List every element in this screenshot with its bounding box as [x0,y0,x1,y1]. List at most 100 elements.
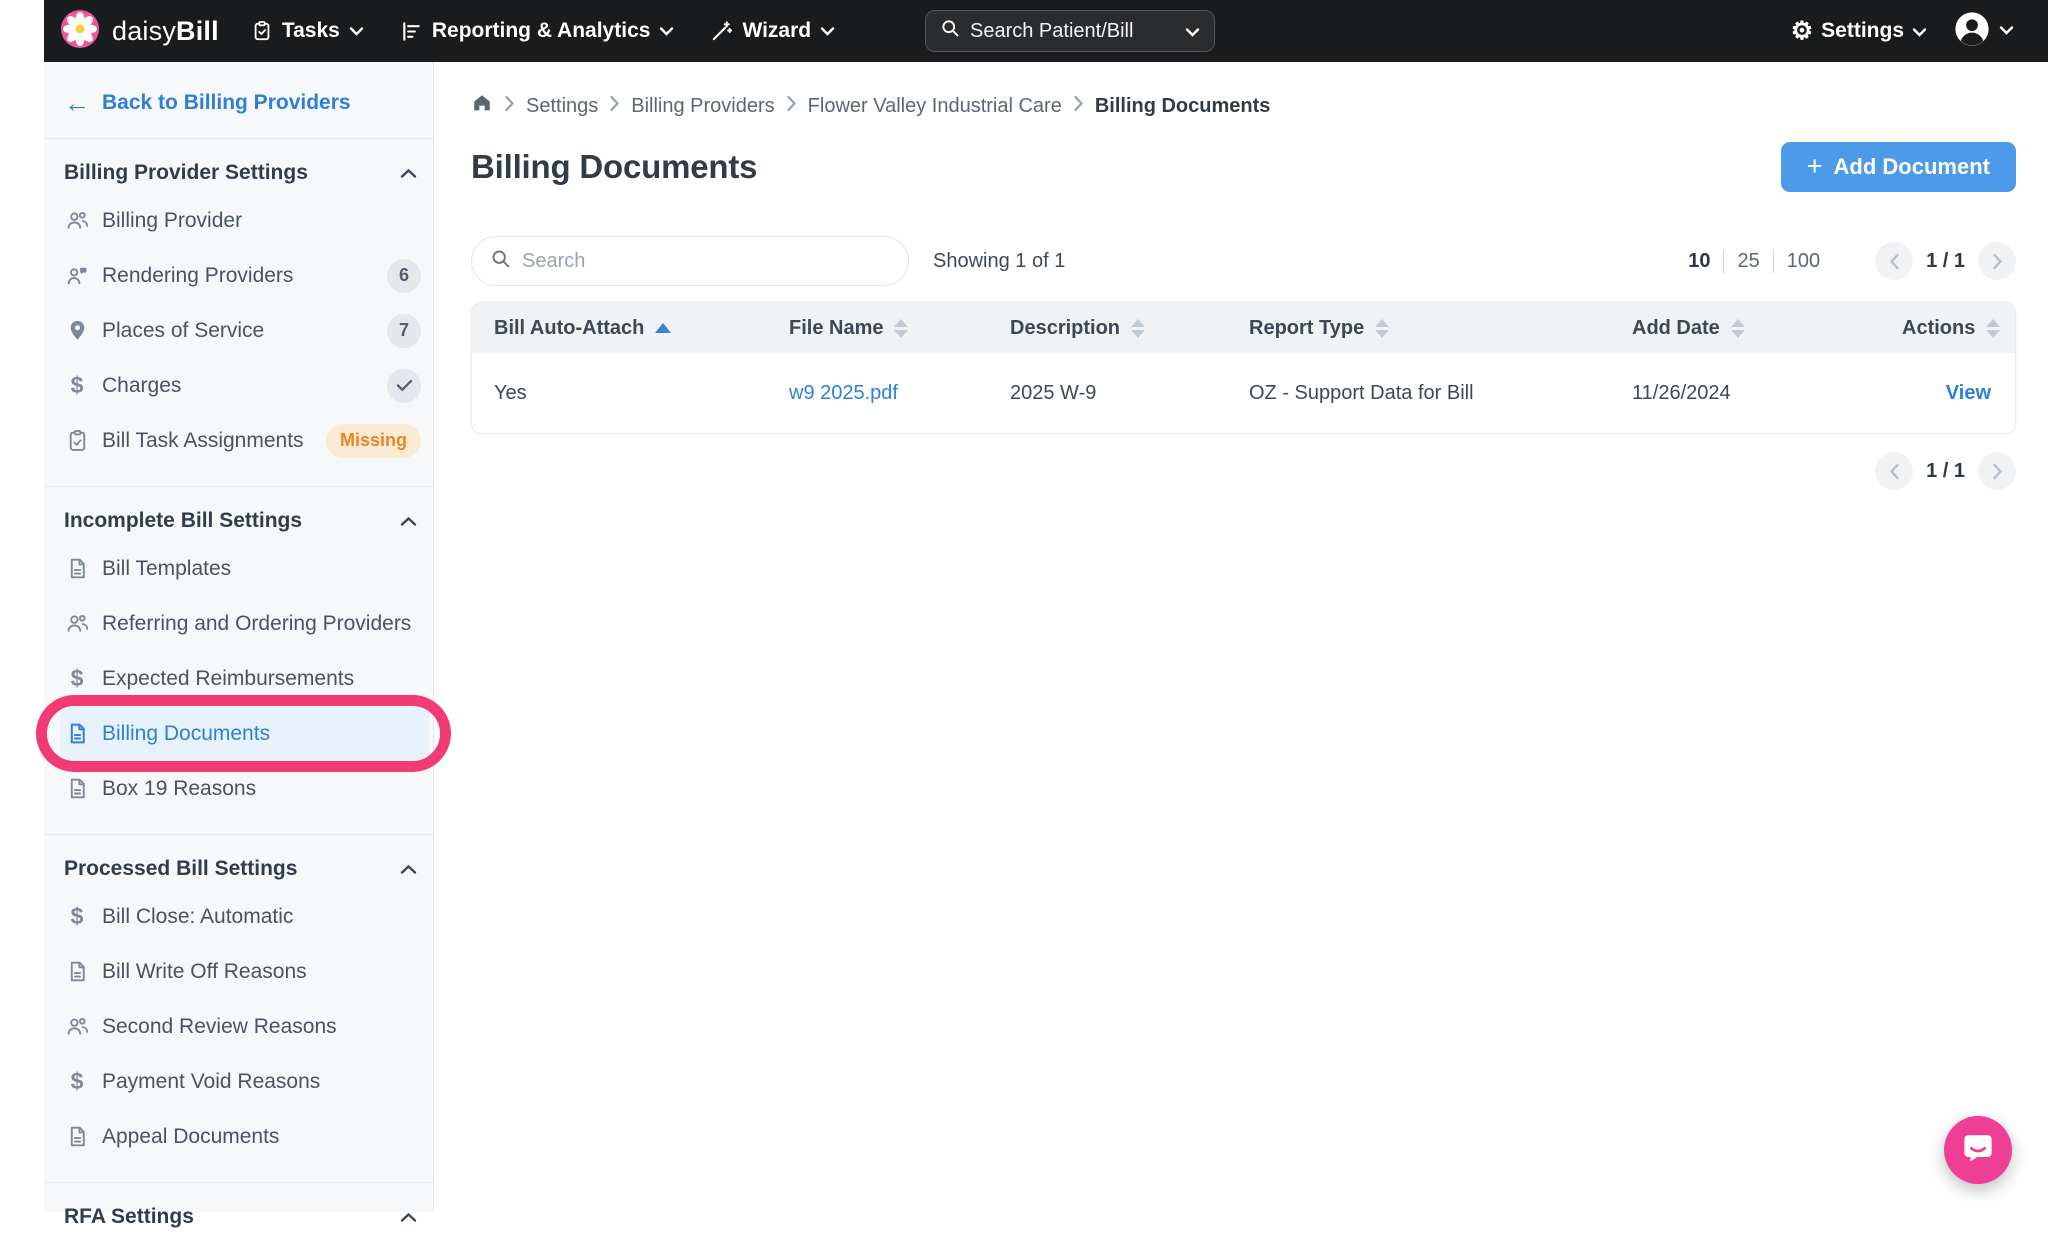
section-processed-bill-settings: Processed Bill Settings $ Bill Close: Au… [44,834,433,1182]
billing-documents-table: Bill Auto-Attach File Name Description R… [471,302,2016,434]
sidebar-item-label: Charges [102,374,181,398]
add-document-button[interactable]: + Add Document [1781,142,2016,192]
arrow-left-icon: ← [64,90,90,116]
search-icon [940,18,960,44]
next-page-button[interactable] [1978,242,2016,280]
table-row: Yes w9 2025.pdf 2025 W-9 OZ - Support Da… [472,353,2015,433]
file-name-link[interactable]: w9 2025.pdf [789,382,898,404]
section-header-billing-provider-settings[interactable]: Billing Provider Settings [44,153,433,193]
column-label: Add Date [1632,317,1720,340]
section-billing-provider-settings: Billing Provider Settings Billing Provid… [44,139,433,486]
breadcrumb: Settings Billing Providers Flower Valley… [471,92,2016,120]
section-header-processed-bill-settings[interactable]: Processed Bill Settings [44,849,433,889]
column-header-actions[interactable]: Actions [1880,317,2016,340]
sidebar-item-bill-templates[interactable]: Bill Templates [44,541,433,596]
tasks-clipboard-icon [251,19,273,43]
sidebar-item-billing-provider[interactable]: Billing Provider [44,193,433,248]
table-header-row: Bill Auto-Attach File Name Description R… [472,303,2015,353]
breadcrumb-billing-providers[interactable]: Billing Providers [631,95,774,118]
section-header-rfa-settings[interactable]: RFA Settings [44,1197,433,1237]
breadcrumb-flower-valley-industrial-care[interactable]: Flower Valley Industrial Care [808,95,1062,118]
section-title: Incomplete Bill Settings [64,509,302,533]
page-size-25[interactable]: 25 [1723,250,1772,273]
brand-wordmark: daisyBill [112,16,219,47]
top-pager: 1 / 1 [1875,242,2016,280]
column-header-file-name[interactable]: File Name [767,317,988,340]
home-icon[interactable] [471,92,493,120]
nav-tasks[interactable]: Tasks [251,19,364,43]
column-header-add-date[interactable]: Add Date [1610,317,1880,340]
sidebar-item-bill-task-assignments[interactable]: Bill Task Assignments Missing [44,413,433,468]
sidebar-item-label: Bill Task Assignments [102,429,304,453]
people-icon [64,1014,90,1039]
add-document-label: Add Document [1834,154,1990,180]
nav-wizard[interactable]: Wizard [710,19,835,43]
sidebar-item-label: Appeal Documents [102,1125,279,1149]
sidebar-item-bill-write-off-reasons[interactable]: Bill Write Off Reasons [44,944,433,999]
sidebar-item-bill-close-automatic[interactable]: $ Bill Close: Automatic [44,889,433,944]
prev-page-button[interactable] [1875,452,1913,490]
chevron-right-icon [1073,95,1084,118]
daisybill-logo[interactable]: daisyBill [60,9,219,54]
back-to-billing-providers-link[interactable]: ← Back to Billing Providers [44,62,433,139]
sidebar-item-billing-documents[interactable]: Billing Documents [60,706,429,761]
sidebar-item-expected-reimbursements[interactable]: $ Expected Reimbursements [44,651,433,706]
top-navigation-bar: daisyBill Tasks [44,0,2048,62]
column-header-report-type[interactable]: Report Type [1227,317,1610,340]
search-scope-label: Search Patient/Bill [970,20,1133,43]
nav-label: Reporting & Analytics [432,19,651,43]
topbar-right-group: ⚙ Settings [1791,10,2014,53]
nav-label: Wizard [742,19,811,43]
account-menu[interactable] [1953,10,2014,53]
column-label: File Name [789,317,883,340]
sidebar-item-label: Expected Reimbursements [102,667,354,691]
document-icon [64,1124,90,1149]
sidebar-item-payment-void-reasons[interactable]: $ Payment Void Reasons [44,1054,433,1109]
sidebar-item-label: Second Review Reasons [102,1015,337,1039]
sidebar-item-charges[interactable]: $ Charges [44,358,433,413]
sidebar-item-label: Rendering Providers [102,264,293,288]
people-icon [64,208,90,233]
prev-page-button[interactable] [1875,242,1913,280]
nav-reporting-analytics[interactable]: Reporting & Analytics [400,19,675,43]
sort-icon [894,319,908,338]
section-rfa-settings: RFA Settings [44,1182,433,1255]
sidebar-item-second-review-reasons[interactable]: Second Review Reasons [44,999,433,1054]
chevron-right-icon [786,95,797,118]
document-icon [64,776,90,801]
daisy-flower-icon [60,9,100,54]
people-icon [64,611,90,636]
settings-menu[interactable]: ⚙ Settings [1791,19,1927,44]
breadcrumb-settings[interactable]: Settings [526,95,598,118]
sidebar-item-box-19-reasons[interactable]: Box 19 Reasons [44,761,433,816]
view-link[interactable]: View [1946,382,1991,404]
section-title: Processed Bill Settings [64,857,297,881]
toolbar-right: 10 25 100 1 / 1 [1675,242,2016,280]
section-title: RFA Settings [64,1205,194,1229]
page-size-10[interactable]: 10 [1675,250,1723,273]
sidebar-item-label: Billing Documents [102,722,270,746]
sidebar-item-rendering-providers[interactable]: Rendering Providers 6 [44,248,433,303]
sort-asc-icon [655,323,671,333]
sidebar-item-referring-ordering-providers[interactable]: Referring and Ordering Providers [44,596,433,651]
chevron-up-icon [400,857,417,881]
column-header-bill-auto-attach[interactable]: Bill Auto-Attach [472,317,767,340]
bottom-pager-row: 1 / 1 [471,452,2016,490]
page-size-100[interactable]: 100 [1773,250,1833,273]
sidebar-item-appeal-documents[interactable]: Appeal Documents [44,1109,433,1164]
search-patient-bill[interactable]: Search Patient/Bill [925,10,1215,52]
dollar-icon: $ [64,1068,90,1095]
section-incomplete-bill-settings: Incomplete Bill Settings Bill Templates [44,486,433,834]
search-input[interactable] [522,250,890,273]
search-icon [490,248,511,274]
section-header-incomplete-bill-settings[interactable]: Incomplete Bill Settings [44,501,433,541]
sidebar-item-label: Bill Templates [102,557,231,581]
column-label: Report Type [1249,317,1364,340]
column-header-description[interactable]: Description [988,317,1227,340]
chevron-down-icon [820,26,835,36]
map-pin-icon [64,318,90,343]
sidebar-item-places-of-service[interactable]: Places of Service 7 [44,303,433,358]
next-page-button[interactable] [1978,452,2016,490]
gear-icon: ⚙ [1791,19,1813,44]
chat-launcher-button[interactable] [1944,1116,2012,1184]
